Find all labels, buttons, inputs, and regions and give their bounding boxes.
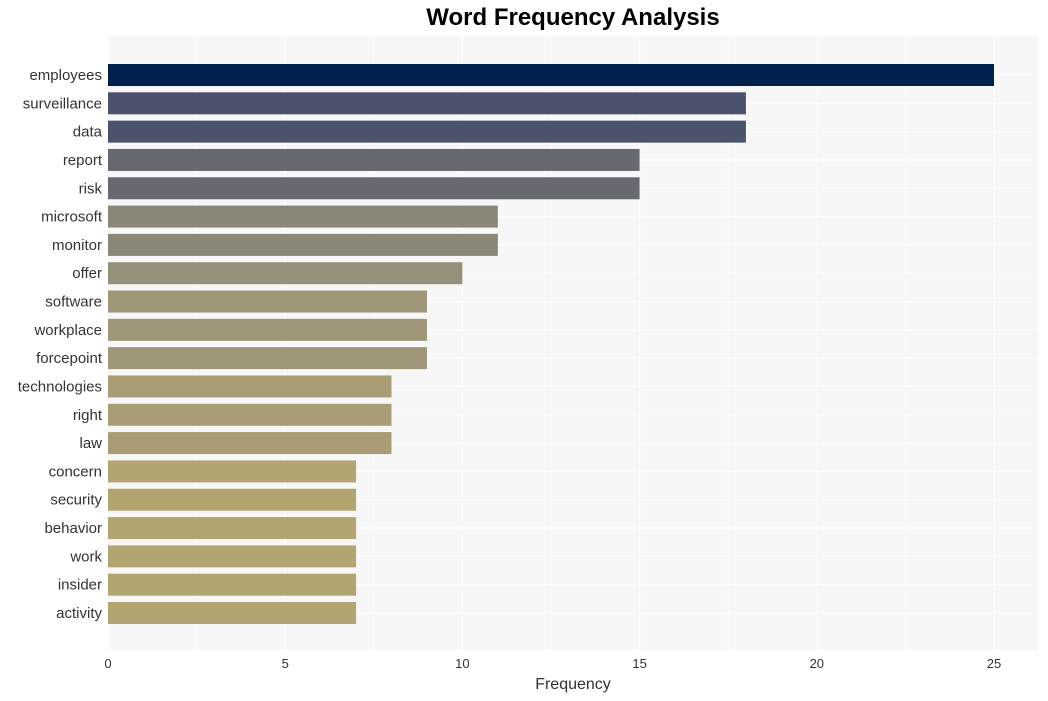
x-tick-label: 25	[987, 656, 1001, 671]
bar-microsoft	[108, 205, 498, 228]
x-tick-label: 15	[632, 656, 646, 671]
bar-risk	[108, 177, 640, 200]
bar-technologies	[108, 375, 392, 398]
y-tick-label: software	[45, 294, 102, 311]
bar-insider	[108, 573, 357, 596]
y-tick-label: data	[73, 124, 103, 141]
bar-monitor	[108, 233, 498, 256]
bar-forcepoint	[108, 347, 427, 370]
x-tick-label: 0	[104, 656, 111, 671]
y-tick-label: security	[50, 492, 102, 509]
x-axis-label: Frequency	[535, 676, 611, 693]
y-tick-label: activity	[56, 605, 102, 622]
y-tick-label: surveillance	[23, 95, 102, 112]
bar-activity	[108, 602, 357, 624]
bar-chart: employees surveillance data report risk micro…	[18, 36, 1038, 693]
bar-report	[108, 148, 640, 171]
bar-security	[108, 488, 357, 511]
y-tick-label: technologies	[18, 378, 102, 395]
y-tick-label: offer	[72, 265, 102, 282]
y-tick-label: law	[79, 435, 102, 452]
bar-data	[108, 120, 746, 143]
y-tick-label: insider	[58, 577, 102, 594]
bar-software	[108, 290, 427, 313]
x-tick-label: 20	[810, 656, 824, 671]
y-tick-label: right	[73, 407, 103, 424]
bar-surveillance	[108, 92, 746, 115]
bar-work	[108, 545, 357, 568]
y-tick-label: employees	[29, 67, 102, 84]
y-tick-label: work	[69, 548, 102, 565]
bar-behavior	[108, 517, 357, 540]
x-tick-label: 5	[282, 656, 289, 671]
bar-concern	[108, 460, 357, 483]
bar-workplace	[108, 318, 427, 341]
y-tick-label: forcepoint	[36, 350, 103, 367]
bar-right	[108, 403, 392, 426]
x-tick-label: 10	[455, 656, 469, 671]
bar-law	[108, 432, 392, 455]
y-tick-label: report	[63, 152, 103, 169]
y-tick-label: monitor	[52, 237, 102, 254]
y-tick-label: risk	[79, 180, 103, 197]
y-tick-label: microsoft	[41, 209, 103, 226]
y-tick-label: behavior	[44, 520, 102, 537]
bar-offer	[108, 262, 463, 285]
y-tick-label: concern	[49, 463, 102, 480]
bar-employees	[108, 64, 994, 86]
y-tick-label: workplace	[33, 322, 102, 339]
